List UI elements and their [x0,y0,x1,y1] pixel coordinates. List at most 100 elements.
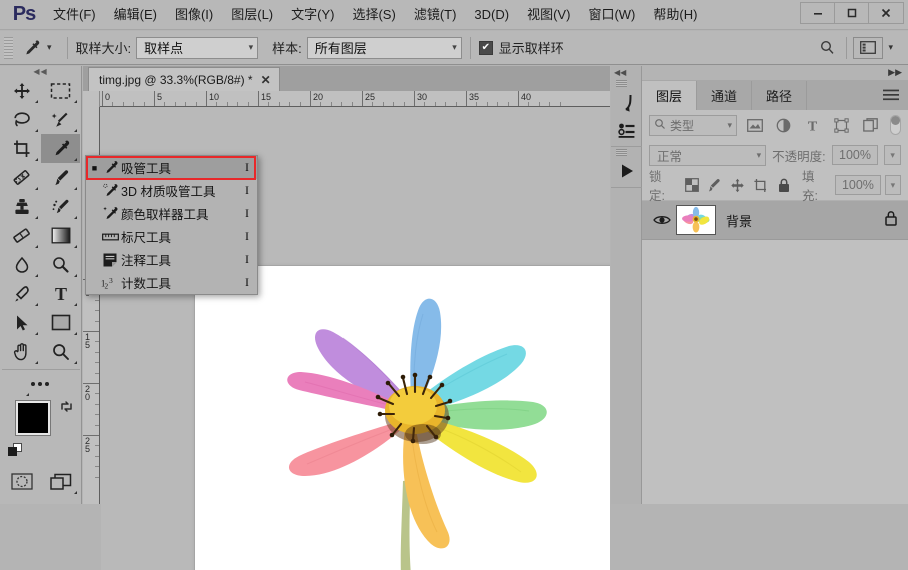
lock-transparency-icon[interactable] [682,175,701,195]
quick-mask-icon[interactable] [2,467,41,496]
dodge-tool[interactable] [41,250,80,279]
tool-preset-chevron-icon[interactable]: ▾ [47,42,52,53]
workspace-switcher-button[interactable] [853,37,883,59]
menu-filter[interactable]: 滤镜(T) [405,4,466,25]
lock-position-icon[interactable] [728,175,747,195]
dock-collapse-handle[interactable]: ◀◀ [611,66,641,78]
history-brush-tool[interactable] [41,192,80,221]
rectangle-tool[interactable] [41,308,80,337]
hand-tool[interactable] [2,337,41,366]
pixel-filter-icon[interactable] [743,115,766,136]
flyout-item-ruler[interactable]: 标尺工具 I [86,225,257,248]
quick-selection-tool[interactable] [41,105,80,134]
close-button[interactable] [869,3,903,23]
opacity-value[interactable]: 100% [832,145,879,165]
eyedropper-tool[interactable] [41,134,80,163]
tab-paths[interactable]: 路径 [752,81,807,110]
tab-layers[interactable]: 图层 [642,81,697,110]
sample-select[interactable]: 所有图层 ▾ [307,37,462,59]
close-icon[interactable]: ✕ [261,73,271,87]
table-row[interactable]: 背景 [642,200,908,240]
screen-mode-icon[interactable] [41,467,80,496]
lock-all-icon[interactable] [774,175,793,195]
blur-tool[interactable] [2,250,41,279]
menu-file[interactable]: 文件(F) [44,4,105,25]
menu-window[interactable]: 窗口(W) [579,4,644,25]
lasso-tool[interactable] [2,105,41,134]
smartobject-filter-icon[interactable] [859,115,882,136]
workspace-chevron-icon[interactable]: ▾ [888,42,893,53]
fill-slider-chevron-icon[interactable]: ▾ [885,175,901,195]
blend-mode-select[interactable]: 正常 ▾ [649,145,766,166]
pen-tool[interactable] [2,279,41,308]
clone-stamp-tool[interactable] [2,192,41,221]
crop-tool[interactable] [2,134,41,163]
flyout-item-note[interactable]: 注释工具 I [86,248,257,271]
menu-image[interactable]: 图像(I) [166,4,222,25]
layer-thumbnail[interactable] [676,205,716,235]
move-tool[interactable] [2,76,41,105]
eye-icon[interactable] [648,214,676,226]
maximize-button[interactable] [835,3,869,23]
foreground-color-swatch[interactable] [16,401,50,435]
fill-value[interactable]: 100% [835,175,881,195]
flyout-item-3d-material-eyedropper[interactable]: 3D 材质吸管工具 I [86,179,257,202]
layer-filter-kind-select[interactable]: 类型 ▾ [649,115,737,136]
lock-image-icon[interactable] [705,175,724,195]
options-bar-grip[interactable] [4,37,13,59]
document-tab[interactable]: timg.jpg @ 33.3%(RGB/8#) * ✕ [88,67,280,91]
filter-enable-toggle[interactable] [890,115,901,135]
adjustment-filter-icon[interactable] [772,115,795,136]
ruler-minor-tick [95,300,99,301]
eyedropper-icon[interactable] [17,35,45,61]
dock-grip-2[interactable] [616,149,627,156]
ruler-minor-tick [95,352,99,353]
menu-edit[interactable]: 编辑(E) [105,4,166,25]
marquee-tool[interactable] [41,76,80,105]
expand-panel-icon[interactable]: ▶▶ [888,67,902,78]
flyout-shortcut: I [237,206,257,221]
type-filter-icon[interactable]: T [801,115,824,136]
type-tool[interactable]: T [41,279,80,308]
minimize-button[interactable] [801,3,835,23]
eyedropper-tool-flyout-menu[interactable]: ■ 吸管工具 I 3D 材质吸管工具 I 颜色取样器工具 I [85,155,258,295]
menu-type[interactable]: 文字(Y) [282,4,343,25]
ruler-minor-tick [456,102,457,106]
opacity-slider-chevron-icon[interactable]: ▾ [884,145,901,165]
lock-icon[interactable] [884,210,898,231]
sample-size-select[interactable]: 取样点 ▾ [136,37,258,59]
path-selection-tool[interactable] [2,308,41,337]
brush-tool[interactable] [41,163,80,192]
ruler-minor-tick [95,445,99,446]
flyout-item-count[interactable]: 123 计数工具 I [86,271,257,294]
swap-colors-icon[interactable] [59,399,74,417]
gradient-tool[interactable] [41,221,80,250]
panel-menu-icon[interactable] [883,89,908,110]
menu-select[interactable]: 选择(S) [343,4,404,25]
shape-filter-icon[interactable] [830,115,853,136]
show-sampling-ring-checkbox[interactable]: ✔ 显示取样环 [479,38,569,57]
blend-mode-value: 正常 [657,146,682,165]
toolbar-collapse-handle[interactable]: ◀◀ [0,66,81,76]
search-icon[interactable] [814,36,840,60]
history-panel-icon[interactable] [611,88,642,116]
ruler-minor-tick [424,102,425,106]
spot-healing-brush-tool[interactable] [2,163,41,192]
flyout-item-color-sampler[interactable]: 颜色取样器工具 I [86,202,257,225]
ruler-minor-tick [508,102,509,106]
eraser-tool[interactable] [2,221,41,250]
lock-artboard-icon[interactable] [751,175,770,195]
flyout-item-eyedropper[interactable]: ■ 吸管工具 I [86,156,257,179]
menu-view[interactable]: 视图(V) [518,4,579,25]
dock-grip[interactable] [616,80,627,87]
menu-3d[interactable]: 3D(D) [465,4,518,25]
menu-help[interactable]: 帮助(H) [644,4,706,25]
timeline-panel-icon[interactable] [611,157,642,185]
adjustments-panel-icon[interactable] [611,116,642,144]
menu-layer[interactable]: 图层(L) [222,4,282,25]
artboard[interactable] [195,266,610,570]
tab-channels[interactable]: 通道 [697,81,752,110]
zoom-tool[interactable] [41,337,80,366]
default-colors-icon[interactable] [8,443,23,458]
edit-toolbar-button[interactable] [0,373,82,395]
